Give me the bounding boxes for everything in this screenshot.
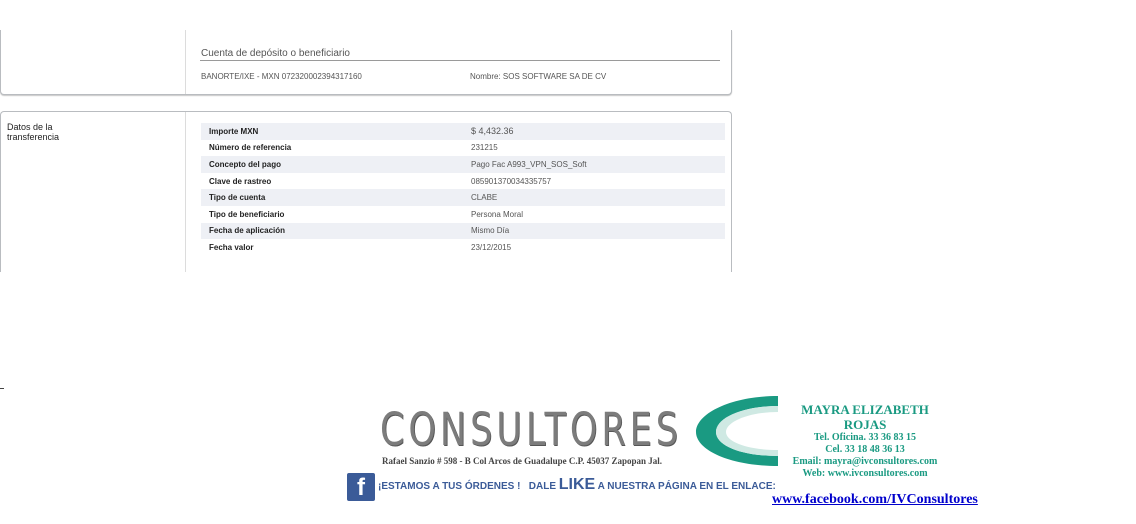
facebook-tagline: ¡ESTAMOS A TUS ÓRDENES ! DALE LIKE A NUE… [378,476,776,494]
row-value: 085901370034335757 [471,176,552,186]
row-value: Pago Fac A993_VPN_SOS_Soft [471,159,587,169]
table-row: Clave de rastreo 085901370034335757 [201,173,725,190]
facebook-icon[interactable]: f [347,473,375,501]
row-value: 23/12/2015 [471,242,512,252]
facebook-tagline-part: DALE [528,481,556,492]
table-row: Tipo de cuenta CLABE [201,189,725,206]
table-row: Concepto del pago Pago Fac A993_VPN_SOS_S… [201,156,725,173]
row-label: Concepto del pago [209,159,281,169]
cell-phone: Cel. 33 18 48 36 13 [825,444,905,455]
divider-mark [0,388,4,389]
deposit-account-panel: Cuenta de depósito o beneficiario BANORT… [0,30,732,95]
row-label: Tipo de beneficiario [209,209,285,219]
consultores-logo: CONSULTORES [380,404,682,456]
row-value: Mismo Día [471,226,510,236]
row-label: Clave de rastreo [209,176,272,186]
transfer-section-label: Datos de la transferencia [7,122,60,142]
row-value: Persona Moral [471,209,524,219]
table-row: Fecha valor 23/12/2015 [201,239,725,256]
facebook-link[interactable]: www.facebook.com/IVConsultores [772,492,978,508]
contact-name: MAYRA ELIZABETH ROJAS [801,402,929,432]
table-row: Importe MXN $ 4,432.36 [201,123,725,140]
row-label: Tipo de cuenta [209,193,266,203]
office-phone: Tel. Oficina. 33 36 83 15 [813,432,917,443]
contact-email: Email: mayra@ivconsultores.com [792,456,938,467]
panel-divider [185,30,186,94]
row-label: Importe MXN [209,126,259,136]
deposit-section-title: Cuenta de depósito o beneficiario [201,48,350,59]
section-rule [200,60,720,61]
facebook-tagline-part: ¡ESTAMOS A TUS ÓRDENES ! [378,481,521,492]
logo-text: CONSULTORES [380,403,682,456]
company-address: Rafael Sanzio # 598 - B Col Arcos de Gua… [382,456,663,466]
panel-divider [185,112,186,272]
table-row: Número de referencia 231215 [201,140,725,157]
facebook-tagline-part: A NUESTRA PÁGINA EN EL ENLACE: [597,481,776,492]
row-value: CLABE [471,193,498,203]
beneficiary-name: Nombre: SOS SOFTWARE SA DE CV [470,72,607,81]
contact-web: Web: www.ivconsultores.com [802,468,928,479]
deposit-account-number: BANORTE/IXE - MXN 072320002394317160 [201,72,362,81]
table-row: Fecha de aplicación Mismo Día [201,222,725,240]
row-label: Fecha valor [209,242,254,252]
contact-card: MAYRA ELIZABETH ROJAS Tel. Oficina. 33 3… [780,402,950,480]
table-row: Tipo de beneficiario Persona Moral [201,206,725,223]
swoosh-logo-icon [696,396,778,466]
transfer-details-table: Importe MXN $ 4,432.36 Número de referenc… [201,123,725,256]
row-value: 231215 [471,143,498,153]
row-label: Fecha de aplicación [209,226,286,236]
row-value: $ 4,432.36 [471,126,514,137]
row-label: Número de referencia [209,143,292,153]
facebook-like-word: LIKE [558,476,596,493]
transfer-details-panel: Datos de la transferencia Importe MXN $ 4… [0,111,732,272]
